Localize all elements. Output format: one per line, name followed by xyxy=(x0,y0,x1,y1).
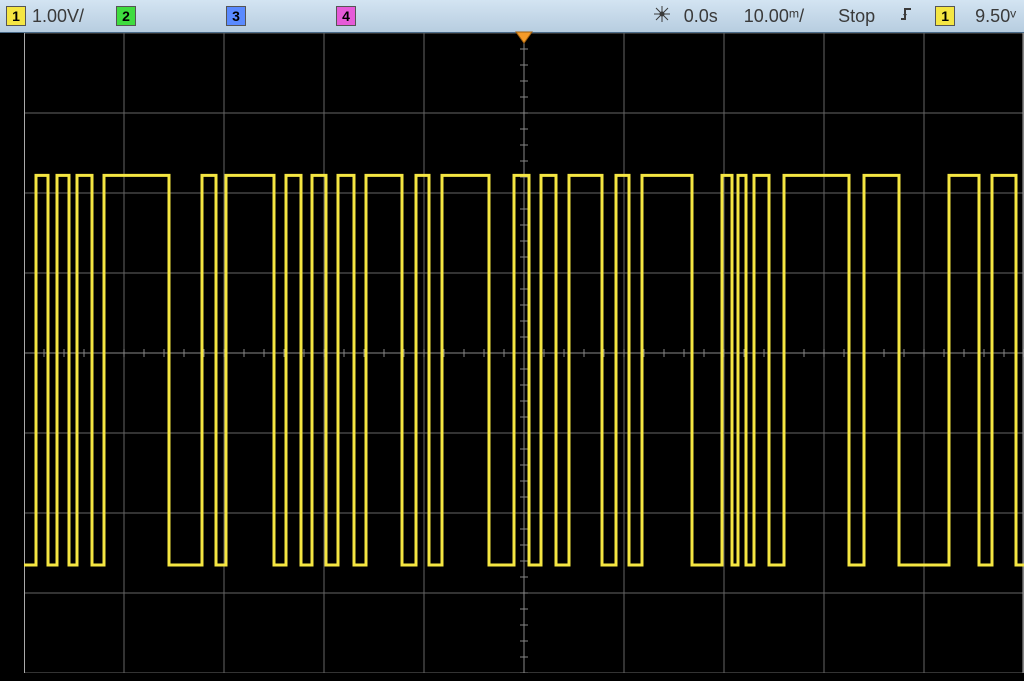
fine-icon xyxy=(652,4,672,29)
run-state: Stop xyxy=(838,6,875,27)
channel-2-chip[interactable]: 2 xyxy=(116,6,136,26)
left-margin xyxy=(0,33,24,681)
channel-1-scale: 1.00V/ xyxy=(32,6,84,27)
trigger-level: 9.50ᵛ xyxy=(975,6,1016,27)
trigger-source-chip[interactable]: 1 xyxy=(935,6,955,26)
trigger-edge-icon xyxy=(899,5,915,28)
waveform-display[interactable] xyxy=(24,33,1024,673)
timebase-value: 10.00ᵐ/ xyxy=(744,6,804,27)
channel-4-chip[interactable]: 4 xyxy=(336,6,356,26)
graticule-grid xyxy=(24,33,1024,673)
channel-3-chip[interactable]: 3 xyxy=(226,6,246,26)
oscilloscope-status-bar: 1 1.00V/ 2 3 4 0.0s 10.00ᵐ/ Stop 1 9.50ᵛ xyxy=(0,0,1024,33)
channel-1-chip[interactable]: 1 xyxy=(6,6,26,26)
delay-value: 0.0s xyxy=(684,6,718,27)
